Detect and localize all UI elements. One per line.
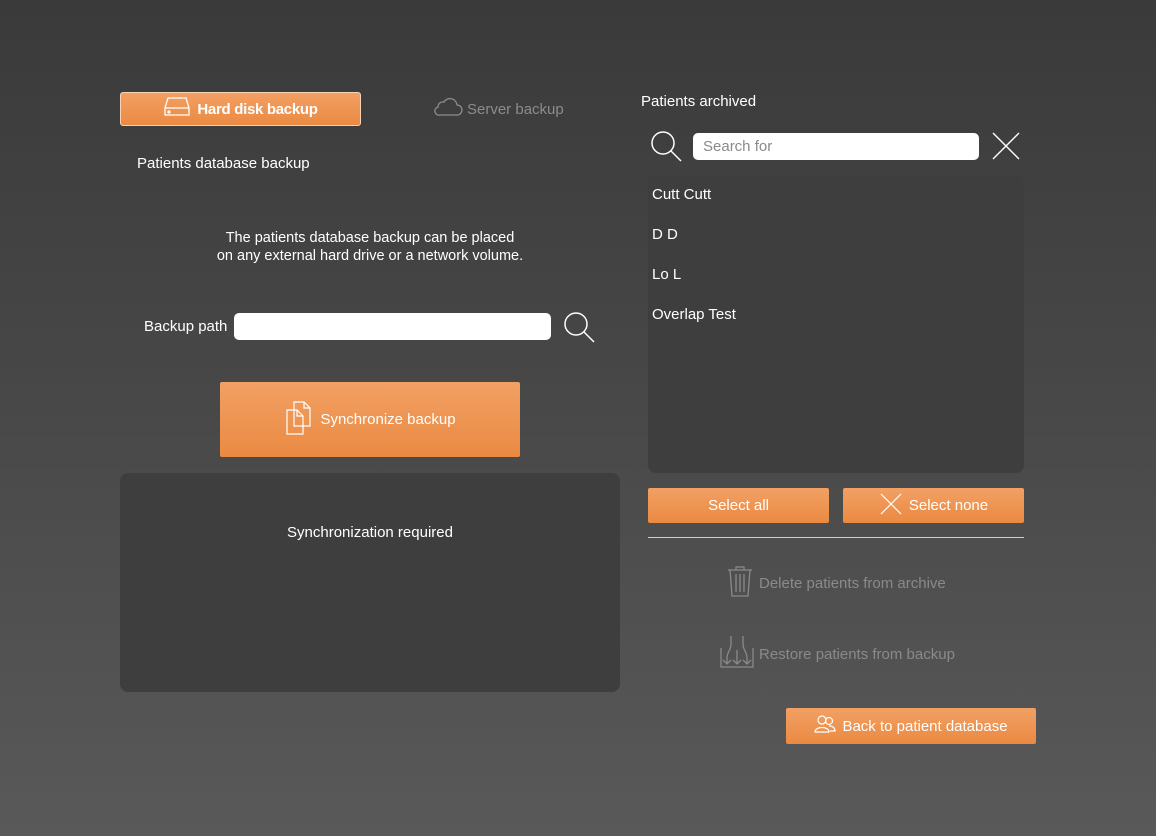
- patients-archived-title: Patients archived: [641, 93, 757, 110]
- tab-hard-disk-label: Hard disk backup: [197, 100, 318, 118]
- search-icon: [649, 129, 683, 168]
- backup-path-input[interactable]: [234, 313, 551, 340]
- list-item[interactable]: Lo L: [652, 266, 681, 283]
- cloud-icon: [433, 97, 463, 121]
- clear-search-icon[interactable]: [991, 131, 1021, 166]
- synchronize-backup-button[interactable]: Synchronize backup: [220, 382, 520, 457]
- description-line-2: on any external hard drive or a network …: [216, 248, 524, 264]
- tab-hard-disk-backup[interactable]: Hard disk backup: [120, 92, 361, 126]
- browse-search-icon[interactable]: [562, 310, 596, 349]
- backup-description: The patients database backup can be plac…: [170, 229, 570, 265]
- documents-icon: [284, 400, 318, 440]
- back-button-label: Back to patient database: [842, 717, 1008, 735]
- list-item[interactable]: Overlap Test: [652, 306, 736, 323]
- backup-path-label: Backup path: [144, 318, 228, 335]
- hard-disk-icon: [163, 96, 191, 122]
- delete-patients-label: Delete patients from archive: [759, 574, 946, 592]
- trash-icon: [725, 564, 755, 602]
- divider: [648, 537, 1024, 538]
- users-icon: [814, 714, 837, 738]
- cross-icon: [879, 492, 903, 520]
- status-text: Synchronization required: [287, 524, 453, 541]
- select-all-label: Select all: [708, 497, 769, 514]
- section-title: Patients database backup: [137, 155, 310, 172]
- select-none-label: Select none: [908, 497, 989, 514]
- synchronize-backup-label: Synchronize backup: [320, 411, 456, 428]
- select-all-button[interactable]: Select all: [648, 488, 829, 523]
- patient-search-input[interactable]: [693, 133, 979, 160]
- restore-patients-label: Restore patients from backup: [759, 645, 955, 663]
- restore-patients-button[interactable]: Restore patients from backup: [719, 634, 955, 674]
- back-to-patient-database-button[interactable]: Back to patient database: [786, 708, 1036, 744]
- status-panel: Synchronization required: [120, 473, 620, 692]
- restore-arrows-icon: [719, 634, 755, 674]
- select-none-button[interactable]: Select none: [843, 488, 1024, 523]
- tab-server-backup[interactable]: Server backup: [433, 92, 564, 126]
- list-item[interactable]: D D: [652, 226, 678, 243]
- tab-server-label: Server backup: [467, 100, 564, 118]
- list-item[interactable]: Cutt Cutt: [652, 186, 711, 203]
- patient-list: Cutt Cutt D D Lo L Overlap Test: [648, 175, 1024, 473]
- delete-patients-button[interactable]: Delete patients from archive: [725, 564, 946, 602]
- description-line-1: The patients database backup can be plac…: [225, 230, 515, 246]
